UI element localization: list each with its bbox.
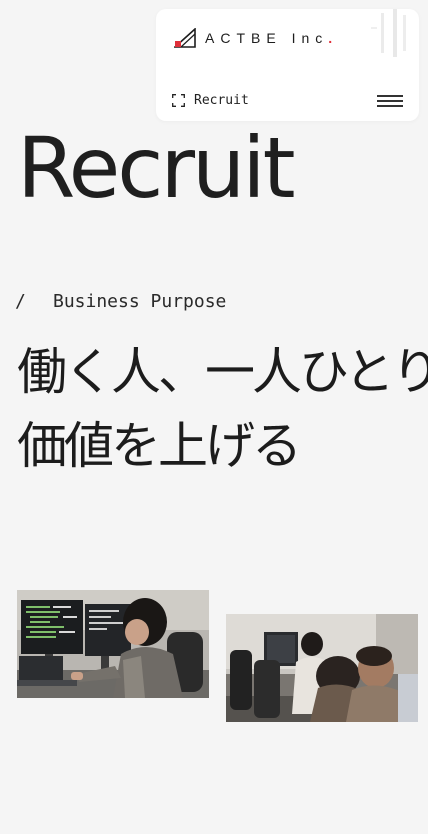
current-page-label: Recruit	[194, 92, 249, 108]
headline-line-2: 価値を上げる	[17, 417, 302, 475]
office-photo-developer	[17, 590, 209, 698]
recruit-page: ACTBE Inc. Recruit Recruit / Business Pu…	[0, 0, 428, 834]
section-slash: /	[15, 291, 26, 312]
page-title: Recruit	[17, 119, 296, 217]
purpose-headline: 働く人、一人ひとりの 価値を上げる	[17, 335, 428, 483]
header-decoration	[371, 9, 406, 57]
logo-wordmark: ACTBE Inc.	[205, 30, 338, 46]
office-photo-team	[226, 614, 418, 722]
headline-line-1: 働く人、一人ひとりの	[17, 343, 428, 401]
site-header: ACTBE Inc. Recruit	[156, 9, 419, 121]
developer-photo-image	[17, 590, 209, 698]
section-label: / Business Purpose	[15, 291, 226, 312]
section-label-text: Business Purpose	[53, 291, 227, 312]
current-page-link[interactable]: Recruit	[172, 91, 249, 109]
logo-text: ACTBE Inc	[205, 30, 329, 46]
actbe-logo-icon	[174, 28, 196, 48]
team-photo-image	[226, 614, 418, 722]
hamburger-menu-button[interactable]	[375, 93, 405, 109]
menu-line-top	[377, 95, 403, 97]
bracket-frame-icon	[172, 93, 185, 107]
site-logo[interactable]: ACTBE Inc.	[174, 27, 338, 49]
menu-line-bottom	[377, 105, 403, 107]
logo-dot: .	[328, 30, 339, 46]
menu-line-middle	[377, 100, 403, 102]
